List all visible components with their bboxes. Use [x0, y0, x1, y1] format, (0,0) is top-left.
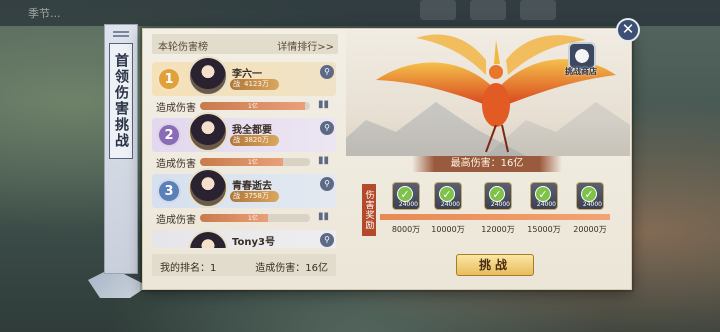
- power-badge: 3758万: [230, 191, 279, 202]
- reward-amount: 24000: [490, 201, 510, 208]
- page-title: 首领伤害挑战: [109, 43, 133, 159]
- damage-value: 1亿: [248, 103, 258, 110]
- reward-amount: 24000: [582, 201, 602, 208]
- damage-label: 造成伤害: [156, 103, 196, 114]
- close-button[interactable]: ✕: [616, 18, 640, 42]
- reward-item[interactable]: ✓ 24000: [392, 182, 420, 210]
- search-icon[interactable]: ⚲: [320, 177, 334, 191]
- leaderboard-title: 本轮伤害榜: [158, 42, 208, 53]
- reward-threshold: 10000万: [431, 225, 465, 234]
- reward-label: 伤害奖励: [362, 184, 376, 236]
- check-icon: ✓: [489, 186, 505, 202]
- damage-value: 1亿: [248, 215, 258, 222]
- leaderboard-entry[interactable]: 2 我全都要 3820万 ⚲ 造成伤害 1亿 ▮▮: [152, 112, 336, 170]
- damage-label: 造成伤害: [156, 215, 196, 226]
- damage-label: 造成伤害: [156, 159, 196, 170]
- reward-amount: 24000: [440, 201, 460, 208]
- top-bar: 季节...: [0, 0, 720, 26]
- rank-badge: 1: [157, 67, 181, 91]
- reward-item[interactable]: ✓ 24000: [434, 182, 462, 210]
- power-badge: 4123万: [230, 79, 279, 90]
- stats-icon[interactable]: ▮▮: [318, 156, 330, 166]
- rank-badge: 3: [157, 179, 181, 203]
- reward-item[interactable]: ✓ 24000: [484, 182, 512, 210]
- player-name: Tony3号: [232, 237, 275, 248]
- search-icon[interactable]: ⚲: [320, 233, 334, 247]
- my-rank-bar: 我的排名：1 造成伤害：16亿: [152, 254, 336, 276]
- avatar: [188, 112, 228, 152]
- stats-icon[interactable]: ▮▮: [318, 100, 330, 110]
- reward-progress: [380, 214, 610, 220]
- reward-item[interactable]: ✓ 24000: [576, 182, 604, 210]
- detail-ranking-link[interactable]: 详情排行>>: [277, 38, 334, 53]
- damage-value: 1亿: [248, 159, 258, 166]
- leaderboard-header: 本轮伤害榜 详情排行>>: [152, 34, 338, 54]
- avatar: [188, 168, 228, 208]
- check-icon: ✓: [397, 186, 413, 202]
- top-bar-title: 季节...: [28, 7, 61, 20]
- avatar: [188, 56, 228, 96]
- reward-item[interactable]: ✓ 24000: [530, 182, 558, 210]
- reward-threshold: 8000万: [391, 225, 421, 234]
- challenge-button[interactable]: 挑战: [456, 254, 534, 276]
- leaderboard-entry[interactable]: 3 青春逝去 3758万 ⚲ 造成伤害 1亿 ▮▮: [152, 168, 336, 226]
- player-name: 我全都要: [232, 125, 272, 136]
- title-banner: 首领伤害挑战: [104, 24, 138, 274]
- my-damage: 造成伤害：16亿: [255, 263, 328, 274]
- rank-badge: 2: [157, 123, 181, 147]
- shop-label[interactable]: 挑战商店: [565, 66, 597, 77]
- reward-threshold: 15000万: [527, 225, 561, 234]
- search-icon[interactable]: ⚲: [320, 65, 334, 79]
- reward-threshold: 12000万: [481, 225, 515, 234]
- player-name: 李六一: [232, 69, 262, 80]
- leaderboard-entry[interactable]: 1 李六一 4123万 ⚲ 造成伤害 1亿 ▮▮: [152, 56, 336, 114]
- reward-amount: 24000: [536, 201, 556, 208]
- my-rank: 我的排名：1: [160, 263, 217, 274]
- leaderboard-entry[interactable]: Tony3号 ⚲: [152, 230, 336, 248]
- check-icon: ✓: [439, 186, 455, 202]
- reward-amount: 24000: [398, 201, 418, 208]
- check-icon: ✓: [535, 186, 551, 202]
- max-damage: 最高伤害：16亿: [412, 156, 562, 172]
- stats-icon[interactable]: ▮▮: [318, 212, 330, 222]
- power-badge: 3820万: [230, 135, 279, 146]
- player-name: 青春逝去: [232, 181, 272, 192]
- check-icon: ✓: [581, 186, 597, 202]
- search-icon[interactable]: ⚲: [320, 121, 334, 135]
- reward-threshold: 20000万: [573, 225, 607, 234]
